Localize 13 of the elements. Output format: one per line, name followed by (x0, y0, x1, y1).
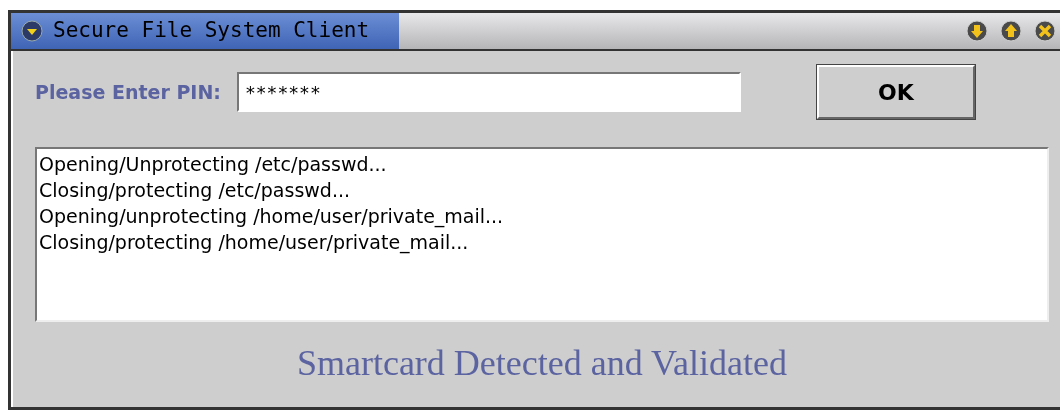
window-title: Secure File System Client (53, 17, 370, 45)
log-line: Opening/Unprotecting /etc/passwd... (39, 152, 388, 177)
pin-field[interactable]: ******* (236, 72, 741, 112)
log-line: Opening/unprotecting /home/user/private_mail... (39, 204, 505, 229)
close-icon[interactable] (1034, 20, 1056, 42)
pin-label: Please Enter PIN: (35, 79, 221, 105)
minimize-icon[interactable] (966, 20, 988, 42)
log-line: Closing/protecting /etc/passwd... (39, 178, 351, 203)
maximize-icon[interactable] (1000, 20, 1022, 42)
window-menu-icon[interactable] (21, 20, 43, 42)
ok-button[interactable]: OK (816, 65, 975, 119)
status-message: Smartcard Detected and Validated (295, 342, 789, 385)
log-line: Closing/protecting /home/user/private_mail... (39, 230, 470, 255)
